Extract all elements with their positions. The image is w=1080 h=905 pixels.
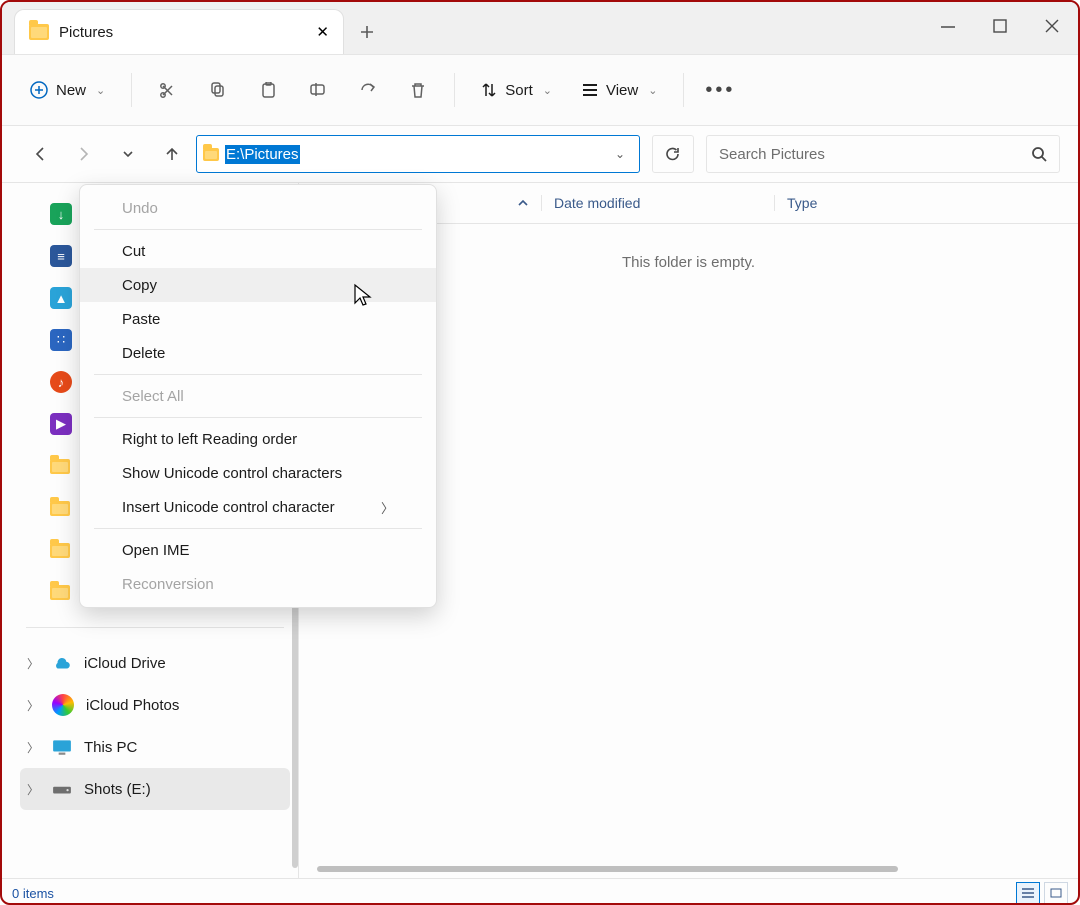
file-explorer-window: Pictures ✕ New ⌄ Sort ⌄ [0,0,1080,905]
sidebar-drive-item[interactable]: 〉Shots (E:) [20,768,290,810]
tab-title: Pictures [59,24,306,41]
address-row: E:\Pictures ⌄ Search Pictures [2,126,1078,183]
menu-item-delete[interactable]: Delete [80,336,436,370]
address-bar[interactable]: E:\Pictures ⌄ [196,135,640,173]
view-button[interactable]: View ⌄ [572,70,667,110]
menu-item-insert-unicode-control-character[interactable]: Insert Unicode control character〉 [80,490,436,524]
new-button[interactable]: New ⌄ [20,70,115,110]
rename-button[interactable] [298,70,338,110]
forward-button[interactable] [64,134,104,174]
menu-item-reconversion: Reconversion [80,567,436,601]
sidebar-drive-item[interactable]: 〉This PC [20,726,290,768]
submenu-arrow-icon: 〉 [381,498,394,517]
folder-icon [29,24,49,40]
expand-icon[interactable]: 〉 [26,781,40,798]
search-placeholder: Search Pictures [719,146,825,163]
address-dropdown-button[interactable]: ⌄ [607,147,633,161]
address-path: E:\Pictures [225,145,300,164]
toolbar: New ⌄ Sort ⌄ View ⌄ ••• [2,55,1078,126]
menu-item-cut[interactable]: Cut [80,234,436,268]
menu-item-paste[interactable]: Paste [80,302,436,336]
paste-button[interactable] [248,70,288,110]
chevron-down-icon: ⌄ [543,84,552,97]
ellipsis-icon: ••• [705,79,735,102]
chevron-down-icon: ⌄ [96,84,105,97]
up-button[interactable] [152,134,192,174]
menu-item-open-ime[interactable]: Open IME [80,533,436,567]
delete-button[interactable] [398,70,438,110]
share-button[interactable] [348,70,388,110]
item-count: 0 items [12,886,54,901]
copy-button[interactable] [198,70,238,110]
chevron-down-icon: ⌄ [648,84,657,97]
search-icon [1031,146,1047,162]
new-label: New [56,82,86,99]
menu-item-show-unicode-control-characters[interactable]: Show Unicode control characters [80,456,436,490]
cut-button[interactable] [148,70,188,110]
status-bar: 0 items [2,878,1078,905]
sort-label: Sort [505,82,533,99]
context-menu: Undo CutCopyPasteDelete Select All Right to… [79,184,437,608]
thumbnails-view-button[interactable] [1044,882,1068,904]
expand-icon[interactable]: 〉 [26,697,40,714]
type-column-header[interactable]: Type [774,195,1078,211]
sidebar-drive-item[interactable]: 〉iCloud Drive [20,642,290,684]
refresh-button[interactable] [652,135,694,173]
search-input[interactable]: Search Pictures [706,135,1060,173]
sort-button[interactable]: Sort ⌄ [471,70,562,110]
close-tab-icon[interactable]: ✕ [316,23,329,41]
mouse-cursor-icon [353,283,373,309]
menu-item-undo: Undo [80,191,436,225]
details-view-button[interactable] [1016,882,1040,904]
sidebar-drive-item[interactable]: 〉iCloud Photos [20,684,290,726]
view-label: View [606,82,638,99]
date-column-header[interactable]: Date modified [541,195,774,211]
window-controls [922,2,1078,50]
expand-icon[interactable]: 〉 [26,739,40,756]
folder-icon [203,148,219,161]
menu-item-right-to-left-reading-order[interactable]: Right to left Reading order [80,422,436,456]
menu-item-select-all: Select All [80,379,436,413]
expand-icon[interactable]: 〉 [26,655,40,672]
new-tab-button[interactable] [344,10,390,54]
titlebar: Pictures ✕ [2,2,1078,55]
maximize-button[interactable] [974,2,1026,50]
more-button[interactable]: ••• [700,70,740,110]
horizontal-scrollbar[interactable] [317,866,898,872]
minimize-button[interactable] [922,2,974,50]
close-window-button[interactable] [1026,2,1078,50]
recent-locations-button[interactable] [108,134,148,174]
menu-item-copy[interactable]: Copy [80,268,436,302]
back-button[interactable] [20,134,60,174]
tab-pictures[interactable]: Pictures ✕ [14,9,344,54]
